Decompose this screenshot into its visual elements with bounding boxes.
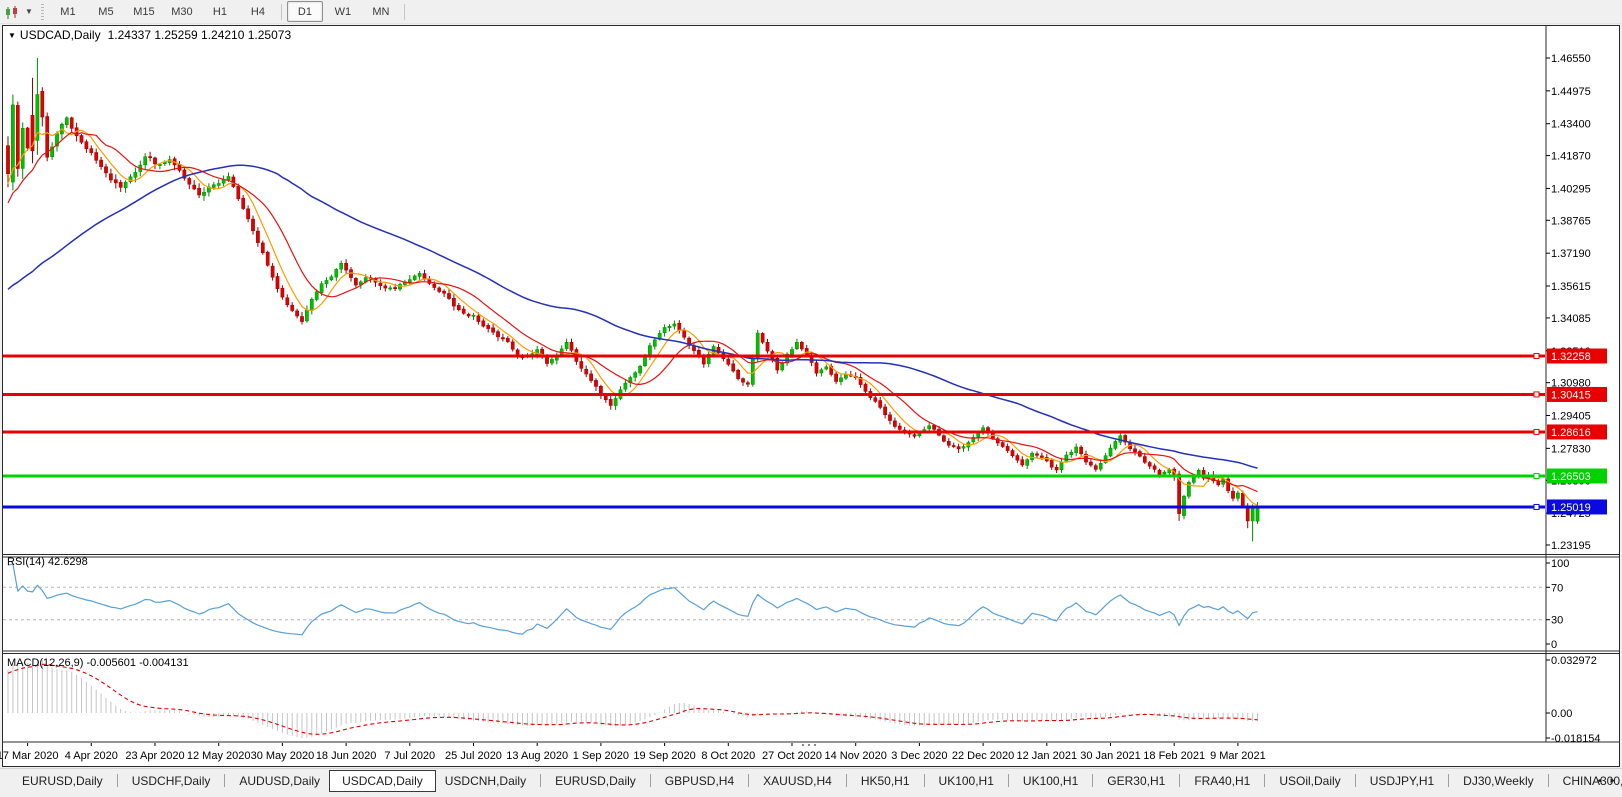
timeframe-button-M30[interactable]: M30 <box>164 1 200 22</box>
tab-separator <box>540 774 541 787</box>
chart-tab-USDCNH-Daily[interactable]: USDCNH,Daily <box>436 771 535 791</box>
tab-separator <box>1355 774 1356 787</box>
chart-tab-GER30-H1[interactable]: GER30,H1 <box>1098 771 1174 791</box>
chart-tab-UK100-H1[interactable]: UK100,H1 <box>1014 771 1087 791</box>
chevron-down-icon[interactable]: ▼ <box>25 4 33 20</box>
chart-tab-USOil-Daily[interactable]: USOil,Daily <box>1270 771 1349 791</box>
timeframe-button-H1[interactable]: H1 <box>202 1 238 22</box>
tab-scroll-arrows: ◂ ▸ <box>1597 775 1622 786</box>
tab-separator <box>924 774 925 787</box>
chart-type-icon[interactable] <box>4 3 24 21</box>
chart-tab-DJ30-Weekly[interactable]: DJ30,Weekly <box>1454 771 1542 791</box>
timeframe-toolbar: ▼ M1M5M15M30H1H4 D1W1MN <box>0 0 1622 24</box>
tab-scroll-right-icon[interactable]: ▸ <box>1610 775 1615 786</box>
chart-tab-USDJPY-H1[interactable]: USDJPY,H1 <box>1361 771 1443 791</box>
collapse-triangle-icon[interactable]: ▼ <box>8 31 16 40</box>
chart-tab-GBPUSD-H4[interactable]: GBPUSD,H4 <box>656 771 743 791</box>
tab-separator <box>1008 774 1009 787</box>
chart-tab-HK50-H1[interactable]: HK50,H1 <box>852 771 919 791</box>
toolbar-separator <box>404 4 405 20</box>
toolbar-separator <box>281 4 282 20</box>
tab-separator <box>650 774 651 787</box>
tab-separator <box>846 774 847 787</box>
tab-separator <box>1548 774 1549 787</box>
chart-tab-bar: EURUSD,DailyUSDCHF,DailyAUDUSD,DailyUSDC… <box>0 768 1622 792</box>
chart-window <box>2 25 1620 767</box>
tab-separator <box>117 774 118 787</box>
macd-indicator-label: MACD(12,26,9) -0.005601 -0.004131 <box>7 657 189 669</box>
rsi-indicator-label: RSI(14) 42.6298 <box>7 556 88 568</box>
timeframe-button-H4[interactable]: H4 <box>240 1 276 22</box>
chart-tab-AUDUSD-Daily[interactable]: AUDUSD,Daily <box>230 771 329 791</box>
chart-title: ▼ USDCAD,Daily 1.24337 1.25259 1.24210 1.2… <box>8 28 291 42</box>
toolbar-grip <box>41 4 44 20</box>
chart-tab-XAUUSD-H4[interactable]: XAUUSD,H4 <box>754 771 841 791</box>
chart-tab-USDCHF-Daily[interactable]: USDCHF,Daily <box>123 771 220 791</box>
tab-separator <box>1264 774 1265 787</box>
chart-tab-EURUSD-Daily[interactable]: EURUSD,Daily <box>13 771 112 791</box>
chart-tab-EURUSD-Daily[interactable]: EURUSD,Daily <box>546 771 645 791</box>
timeframe-button-M5[interactable]: M5 <box>88 1 124 22</box>
tab-separator <box>1448 774 1449 787</box>
tab-scroll-left-icon[interactable]: ◂ <box>1597 775 1602 786</box>
tab-separator <box>748 774 749 787</box>
chart-symbol-period: USDCAD,Daily <box>20 28 101 42</box>
timeframe-button-D1[interactable]: D1 <box>287 1 323 22</box>
tab-separator <box>1092 774 1093 787</box>
timeframe-button-MN[interactable]: MN <box>363 1 399 22</box>
tab-separator <box>224 774 225 787</box>
chart-tab-USDCAD-Daily[interactable]: USDCAD,Daily <box>329 770 436 792</box>
chart-tab-UK100-H1[interactable]: UK100,H1 <box>930 771 1003 791</box>
chart-tab-FRA40-H1[interactable]: FRA40,H1 <box>1185 771 1259 791</box>
tab-separator <box>1179 774 1180 787</box>
timeframe-button-M15[interactable]: M15 <box>126 1 162 22</box>
chart-ohlc-values: 1.24337 1.25259 1.24210 1.25073 <box>108 28 292 42</box>
timeframe-button-W1[interactable]: W1 <box>325 1 361 22</box>
timeframe-button-M1[interactable]: M1 <box>50 1 86 22</box>
